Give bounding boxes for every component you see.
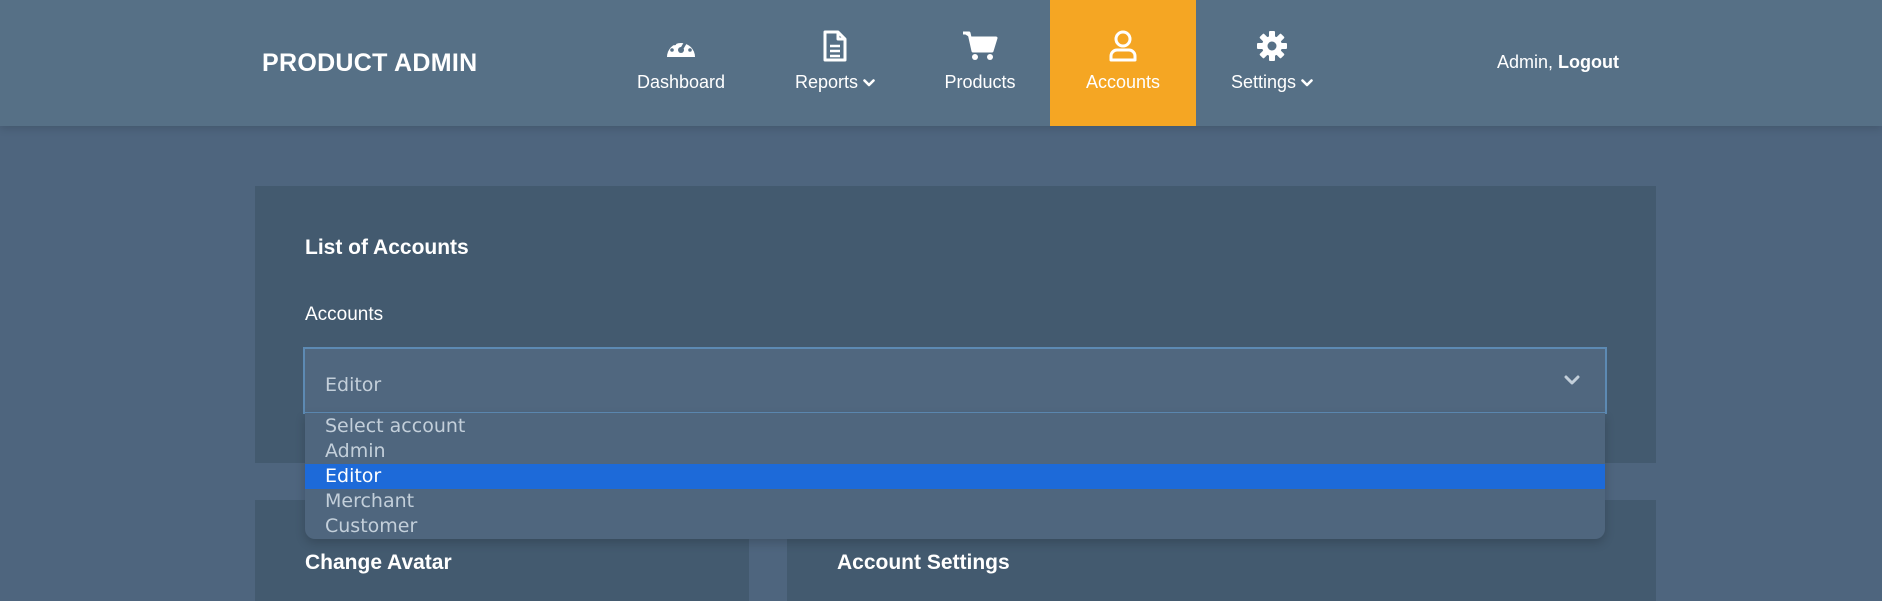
nav-item-accounts[interactable]: Accounts	[1050, 0, 1196, 126]
chevron-down-icon	[1561, 369, 1583, 391]
user-info: Admin, Logout	[1497, 52, 1619, 73]
accounts-field-label: Accounts	[305, 304, 384, 325]
change-avatar-title: Change Avatar	[305, 551, 452, 574]
user-name: Admin,	[1497, 52, 1554, 72]
logout-link[interactable]: Logout	[1558, 52, 1619, 72]
accounts-select-value: Editor	[325, 374, 382, 396]
nav-item-reports[interactable]: Reports	[780, 0, 890, 126]
dashboard-gauge-icon	[661, 28, 701, 64]
panel-title: List of Accounts	[305, 236, 469, 259]
nav-label-products: Products	[944, 71, 1016, 92]
nav-label-reports: Reports	[794, 71, 859, 92]
chevron-down-icon	[1301, 76, 1313, 91]
dropdown-option-select-account[interactable]: Select account	[305, 414, 1605, 439]
account-settings-title: Account Settings	[837, 551, 1010, 574]
top-navbar: PRODUCT ADMIN Dashboard Reports Products…	[0, 0, 1882, 126]
chevron-down-icon	[863, 76, 875, 91]
dropdown-option-editor[interactable]: Editor	[305, 464, 1605, 489]
shopping-cart-icon	[960, 28, 1000, 64]
nav-item-products[interactable]: Products	[930, 0, 1030, 126]
brand-logo-text[interactable]: PRODUCT ADMIN	[262, 49, 477, 78]
gear-icon	[1252, 28, 1292, 64]
nav-label-settings: Settings	[1230, 71, 1297, 92]
dropdown-option-admin[interactable]: Admin	[305, 439, 1605, 464]
nav-item-dashboard[interactable]: Dashboard	[624, 0, 738, 126]
accounts-dropdown-list: Select account Admin Editor Merchant Cus…	[305, 413, 1605, 539]
document-icon	[815, 28, 855, 64]
dropdown-option-customer[interactable]: Customer	[305, 514, 1605, 539]
nav-item-settings[interactable]: Settings	[1222, 0, 1322, 126]
nav-label-accounts: Accounts	[1085, 71, 1161, 92]
dropdown-option-merchant[interactable]: Merchant	[305, 489, 1605, 514]
accounts-select[interactable]: Editor	[303, 347, 1607, 414]
nav-label-dashboard: Dashboard	[636, 71, 726, 92]
user-icon	[1103, 28, 1143, 64]
